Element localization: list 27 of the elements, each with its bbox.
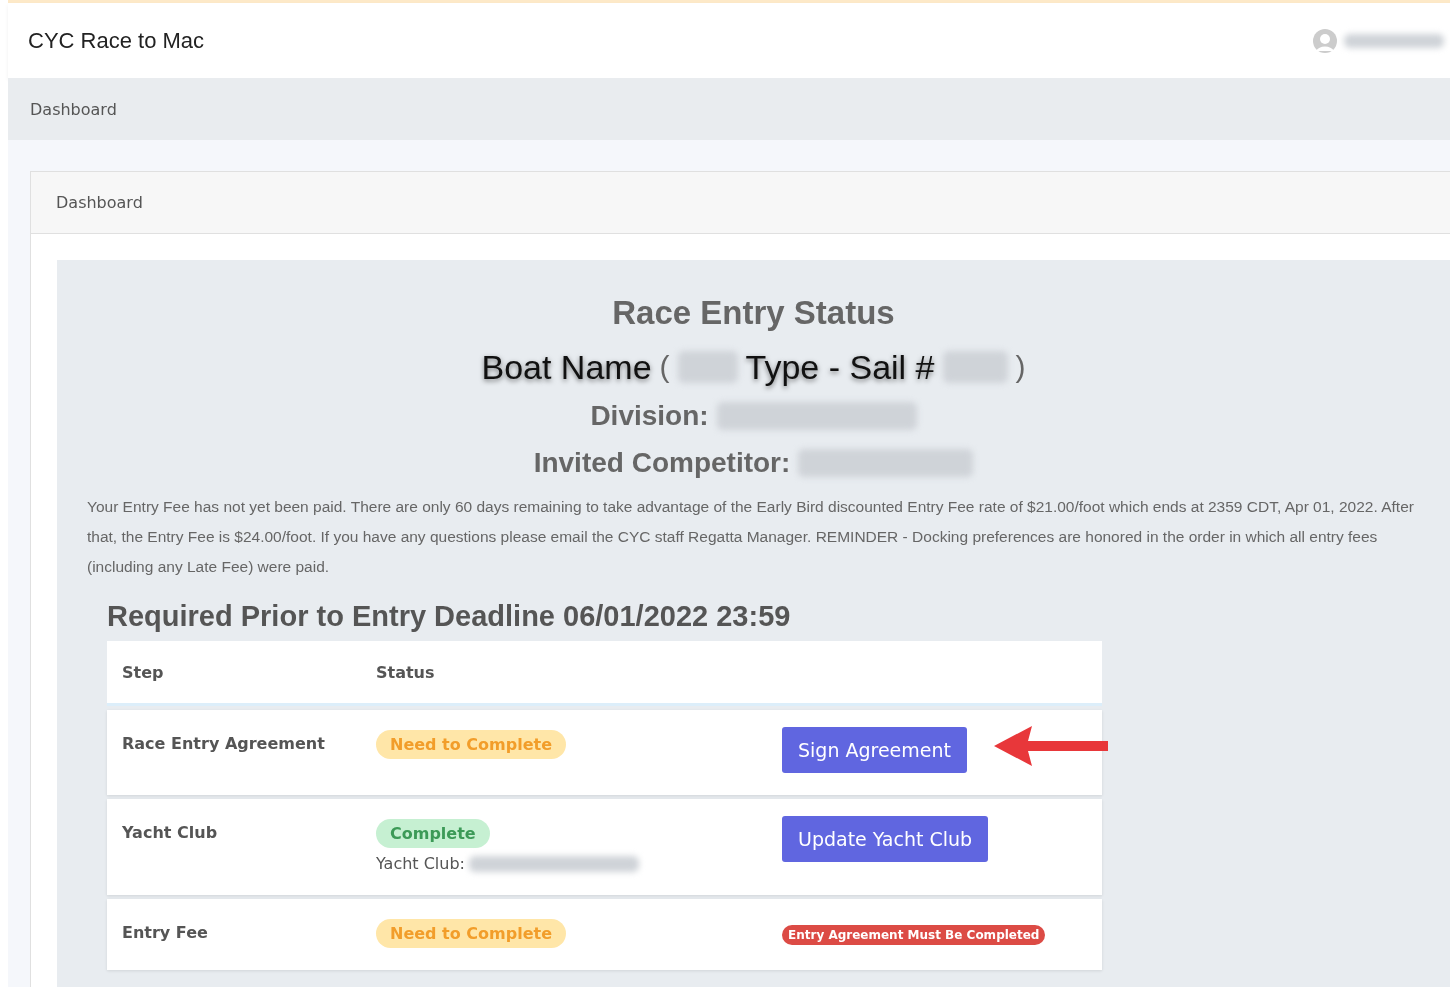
requirements-heading: Required Prior to Entry Deadline 06/01/2022 23:59	[107, 600, 792, 633]
alert-badge: Entry Agreement Must Be Completed	[782, 925, 1046, 945]
boat-name: Boat Name	[481, 347, 652, 387]
action-button[interactable]: Sign Agreement	[782, 727, 967, 773]
entry-fee-notice: Your Entry Fee has not yet been paid. There are only 60 days remaining to take advantage of the Early Bird discounted Entry Fee rate of $21.00/foot which ends at 2359 CDT, Apr 01, 2022. After that, the Entry Fee is $24.00/foot. If you have any questions please email the CYC staff Regatta Manager. REMINDER - Docking preferences are honored in the order in which all entry fees (including any Late Fee) were paid.	[87, 497, 1415, 577]
redacted-boat-type	[677, 351, 738, 383]
detail-label: Yacht Club:	[376, 854, 465, 873]
column-header: Step	[122, 662, 165, 682]
app-title: CYC Race to Mac	[28, 27, 205, 54]
open-paren: (	[659, 350, 670, 384]
redacted-sail-number	[942, 351, 1008, 383]
status-badge: Complete	[376, 819, 490, 848]
column-header: Status	[376, 662, 436, 682]
status-badge: Need to Complete	[376, 919, 567, 948]
user-avatar-icon[interactable]	[1312, 27, 1338, 54]
status-heading: Race Entry Status	[612, 294, 895, 333]
type-sail-label: Type - Sail #	[745, 347, 935, 387]
close-paren: )	[1015, 350, 1026, 384]
step-cell-text: Yacht Club	[122, 822, 219, 844]
step-cell-text: Entry Fee	[122, 922, 209, 944]
status-badge: Need to Complete	[376, 730, 567, 759]
card-title: Dashboard	[56, 193, 143, 212]
action-button[interactable]: Update Yacht Club	[782, 816, 989, 862]
step-cell-text: Race Entry Agreement	[122, 733, 326, 755]
breadcrumb-link[interactable]: Dashboard	[30, 99, 117, 119]
competitor-label: Invited Competitor:	[533, 446, 791, 479]
division-label: Division:	[590, 399, 709, 432]
